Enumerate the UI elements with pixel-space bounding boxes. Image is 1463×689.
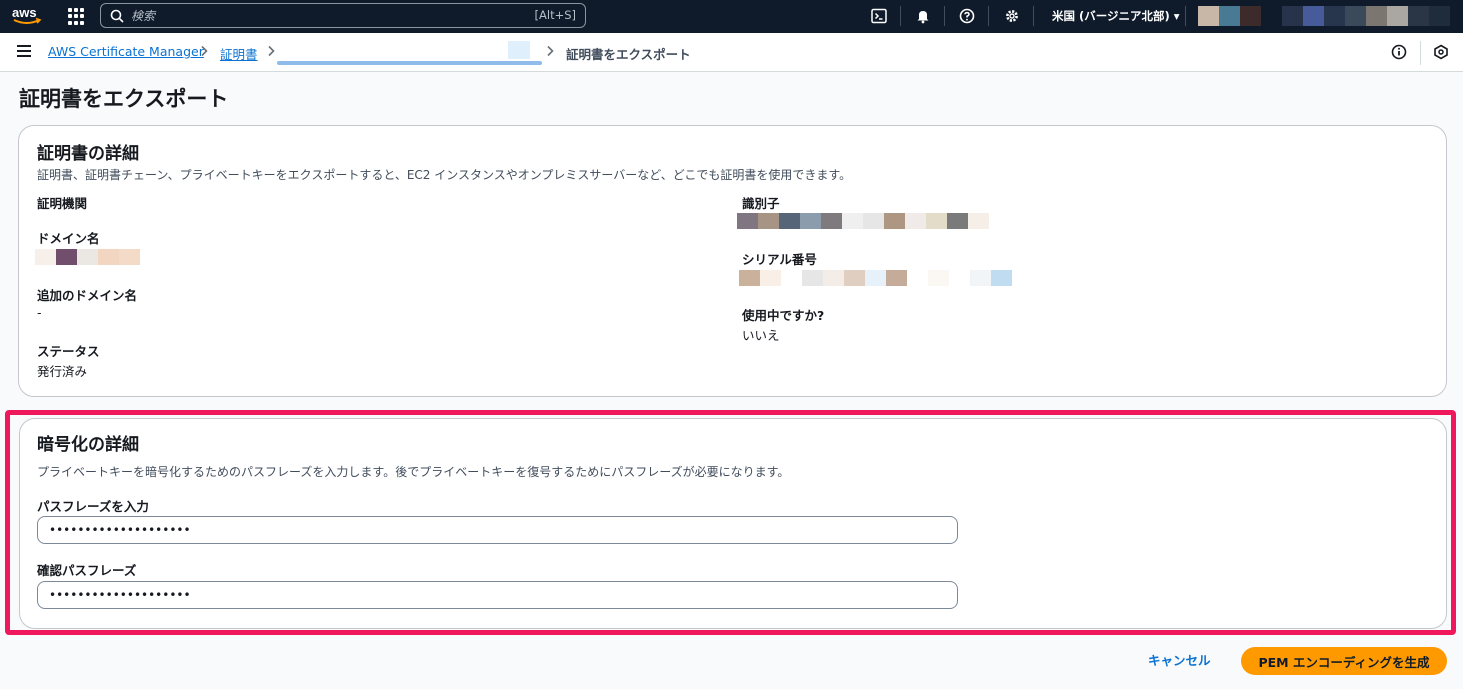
status-value: 発行済み [37, 364, 88, 379]
certificate-details-description: 証明書、証明書チェーン、プライベートキーをエクスポートすると、EC2 インスタン… [37, 168, 852, 182]
feedback-hexagon-icon[interactable] [1433, 44, 1449, 60]
redacted-pixel [781, 270, 802, 286]
redacted-pixel [802, 270, 823, 286]
generate-pem-button[interactable]: PEM エンコーディングを生成 [1241, 647, 1447, 675]
redacted-pixel [1219, 6, 1240, 26]
status-label: ステータス [37, 344, 100, 359]
redacted-pixel [98, 249, 119, 265]
nav-divider [900, 6, 901, 26]
breadcrumb-link-certificates[interactable]: 証明書 [220, 44, 258, 63]
identifier-label: 識別子 [742, 196, 780, 211]
redacted-pixel [821, 213, 842, 229]
redacted-pixel [968, 213, 989, 229]
settings-gear-icon[interactable] [1002, 6, 1022, 26]
redacted-pixel [35, 249, 56, 265]
redacted-pixel [1303, 6, 1324, 26]
redacted-pixel [1408, 6, 1429, 26]
redacted-pixel [905, 213, 926, 229]
redacted-block [508, 41, 530, 59]
redacted-pixel [991, 270, 1012, 286]
redacted-pixel [1282, 6, 1303, 26]
identifier-value [737, 213, 989, 229]
nav-divider [1033, 6, 1034, 26]
nav-divider [944, 6, 945, 26]
svg-text:aws: aws [12, 5, 37, 20]
redacted-pixel [1345, 6, 1366, 26]
in-use-label: 使用中ですか? [742, 308, 825, 323]
redacted-pixel [760, 270, 781, 286]
redacted-pixel [800, 213, 821, 229]
redacted-pixel [77, 249, 98, 265]
domain-name-value [35, 249, 140, 265]
redacted-pixel [1429, 6, 1450, 26]
additional-domains-label: 追加のドメイン名 [37, 288, 138, 303]
cancel-button[interactable]: キャンセル [1140, 648, 1219, 674]
redacted-pixel [865, 270, 886, 286]
redacted-pixel [947, 213, 968, 229]
redacted-pixel [844, 270, 865, 286]
cloudshell-icon[interactable] [869, 6, 889, 26]
breadcrumb-bar: AWS Certificate Manager 証明書 証明書をエクスポート [0, 33, 1463, 72]
breadcrumb-current: 証明書をエクスポート [566, 47, 691, 62]
in-use-value: いいえ [742, 328, 780, 343]
redacted-pixel [1324, 6, 1345, 26]
search-box[interactable]: [Alt+S] [100, 3, 586, 28]
search-shortcut: [Alt+S] [534, 8, 576, 22]
top-navigation: aws [Alt+S] 米国 (バージニア北部) ▾ [0, 0, 1463, 33]
redacted-pixel [926, 213, 947, 229]
chevron-right-icon [268, 45, 275, 57]
additional-domains-value: - [37, 305, 42, 320]
region-selector[interactable]: 米国 (バージニア北部) ▾ [1052, 8, 1180, 24]
redacted-pixel [1198, 6, 1219, 26]
redacted-pixel [119, 249, 140, 265]
info-icon[interactable] [1391, 44, 1407, 60]
redacted-pixel [56, 249, 77, 265]
breadcrumb-link-certificate-id[interactable] [277, 61, 542, 65]
nav-divider [1185, 6, 1186, 26]
help-icon[interactable] [957, 6, 977, 26]
serial-number-label: シリアル番号 [742, 252, 817, 267]
menu-hamburger-icon[interactable] [17, 45, 31, 57]
redacted-pixel [739, 270, 760, 286]
bar-divider [1420, 41, 1421, 65]
redacted-pixel [779, 213, 800, 229]
nav-divider [988, 6, 989, 26]
certificate-details-title: 証明書の詳細 [37, 144, 139, 164]
redacted-pixel [758, 213, 779, 229]
domain-name-label: ドメイン名 [37, 231, 100, 246]
redacted-pixel [863, 213, 884, 229]
search-input[interactable] [131, 5, 511, 26]
highlight-box [5, 410, 1456, 635]
redacted-pixel [1240, 6, 1261, 26]
redacted-pixel [842, 213, 863, 229]
certificate-authority-label: 証明機関 [37, 196, 88, 211]
aws-logo-icon[interactable]: aws [11, 5, 43, 27]
breadcrumb-link-acm[interactable]: AWS Certificate Manager [48, 44, 204, 59]
search-icon [110, 9, 124, 23]
notifications-bell-icon[interactable] [913, 6, 933, 26]
redacted-pixel [823, 270, 844, 286]
redacted-pixel [1387, 6, 1408, 26]
redacted-pixel [1261, 6, 1282, 26]
redacted-pixel [907, 270, 928, 286]
redacted-pixel [970, 270, 991, 286]
certificate-details-container: 証明書の詳細 証明書、証明書チェーン、プライベートキーをエクスポートすると、EC… [18, 125, 1447, 397]
redacted-pixel [949, 270, 970, 286]
redacted-pixel [737, 213, 758, 229]
page-title: 証明書をエクスポート [19, 87, 229, 111]
redacted-pixel [884, 213, 905, 229]
redacted-pixel [928, 270, 949, 286]
services-menu-icon[interactable] [68, 8, 85, 25]
chevron-right-icon [547, 45, 554, 57]
chevron-right-icon [201, 45, 208, 57]
serial-number-value [739, 270, 1012, 286]
redacted-pixel [886, 270, 907, 286]
redacted-pixel [1366, 6, 1387, 26]
